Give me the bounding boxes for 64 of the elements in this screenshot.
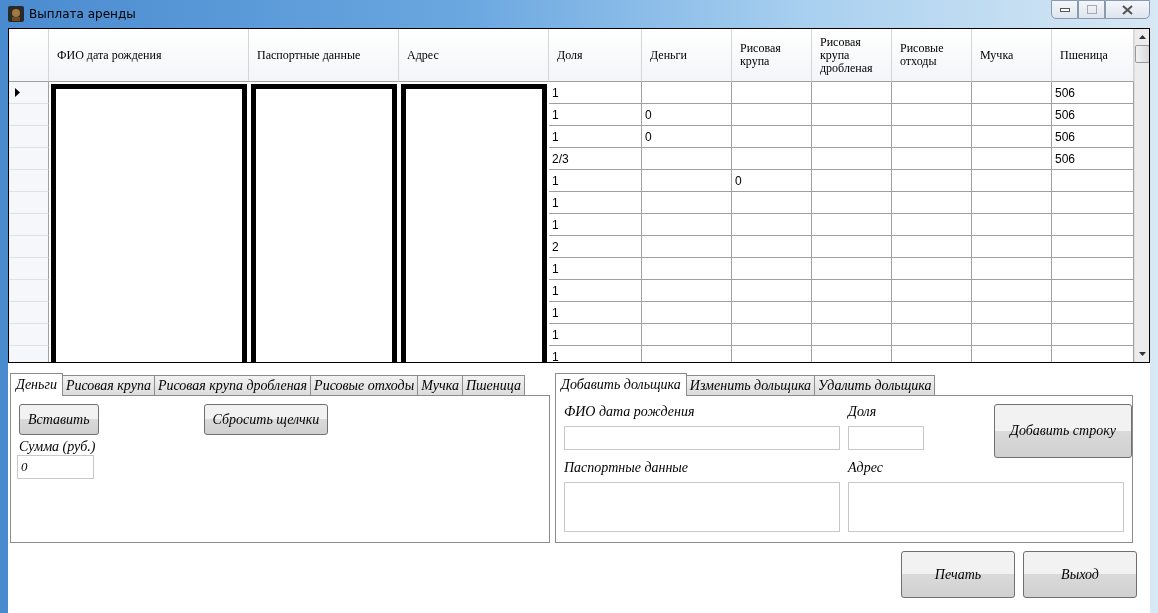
- name-label: ФИО дата рождения: [564, 404, 696, 420]
- add-row-button[interactable]: Добавить строку: [994, 404, 1132, 458]
- scroll-down-arrow-icon[interactable]: [1139, 352, 1146, 356]
- column-header[interactable]: Рисовые отходы: [892, 29, 972, 82]
- table-cell: 0: [642, 104, 732, 126]
- vertical-scrollbar[interactable]: [1134, 29, 1149, 362]
- dialog-button[interactable]: Печать: [901, 551, 1015, 598]
- column-header[interactable]: Пшеница: [1052, 29, 1134, 82]
- address-label: Адрес: [848, 460, 884, 476]
- table-cell: 1: [549, 258, 642, 280]
- scroll-up-arrow-icon[interactable]: [1139, 35, 1146, 39]
- table-cell: 0: [642, 126, 732, 148]
- current-row-arrow-icon: [15, 88, 20, 97]
- window-title: Выплата аренды: [29, 7, 136, 21]
- tab[interactable]: Мучка: [417, 375, 463, 395]
- table-cell: 2/3: [549, 148, 642, 170]
- sum-label: Сумма (руб.): [19, 439, 97, 455]
- column-header[interactable]: Адрес: [399, 29, 549, 82]
- table-cell: 0: [732, 170, 812, 192]
- close-button[interactable]: [1105, 0, 1150, 19]
- reset-clicks-button[interactable]: Сбросить щелчки: [203, 404, 329, 435]
- minimize-icon: [1059, 7, 1070, 12]
- column-header[interactable]: Паспортные данные: [249, 29, 399, 82]
- minimize-button[interactable]: [1051, 0, 1078, 19]
- tab[interactable]: Удалить дольщика: [814, 375, 936, 395]
- share-label: Доля: [848, 404, 878, 420]
- row-header[interactable]: [9, 82, 49, 104]
- column-header[interactable]: Мучка: [972, 29, 1052, 82]
- tab[interactable]: Пшеница: [461, 375, 525, 395]
- app-icon: [8, 6, 24, 22]
- table-cell: 1: [549, 170, 642, 192]
- tab[interactable]: Рисовая крупа дробленая: [153, 375, 312, 395]
- table-cell: 1: [549, 302, 642, 324]
- dialog-button[interactable]: Выход: [1023, 551, 1137, 598]
- share-input-field[interactable]: [848, 426, 924, 450]
- passport-input-field[interactable]: [564, 482, 840, 532]
- column-header[interactable]: Рисовая крупа: [732, 29, 812, 82]
- column-header[interactable]: Рисовая крупа дробленая: [812, 29, 892, 82]
- maximize-icon: [1086, 5, 1097, 14]
- scrollbar-thumb[interactable]: [1135, 45, 1149, 63]
- insert-button[interactable]: Вставить: [19, 404, 99, 435]
- tab[interactable]: Рисовые отходы: [310, 375, 419, 395]
- tab[interactable]: Добавить дольщика: [555, 373, 687, 396]
- close-icon: [1122, 4, 1133, 15]
- column-header[interactable]: ФИО дата рождения: [49, 29, 249, 82]
- tab[interactable]: Деньги: [10, 373, 63, 396]
- table-cell: 1: [549, 324, 642, 346]
- name-input-field[interactable]: [564, 426, 840, 450]
- table-cell: 1: [549, 280, 642, 302]
- corner-header-cell: [9, 29, 49, 82]
- table-cell: 1: [549, 126, 642, 148]
- column-header[interactable]: Деньги: [642, 29, 732, 82]
- table-cell: 1: [549, 104, 642, 126]
- tab[interactable]: Изменить дольщика: [685, 375, 816, 395]
- table-cell: 1: [549, 346, 642, 362]
- table-cell: 1: [549, 82, 642, 104]
- table-cell: 1: [549, 192, 642, 214]
- table-cell: 2: [549, 236, 642, 258]
- sum-input-field[interactable]: 0: [17, 455, 94, 479]
- column-header[interactable]: Доля: [549, 29, 642, 82]
- passport-label: Паспортные данные: [564, 460, 690, 476]
- tab[interactable]: Рисовая крупа: [61, 375, 155, 395]
- address-input-field[interactable]: [848, 482, 1124, 532]
- table-cell: 1: [549, 214, 642, 236]
